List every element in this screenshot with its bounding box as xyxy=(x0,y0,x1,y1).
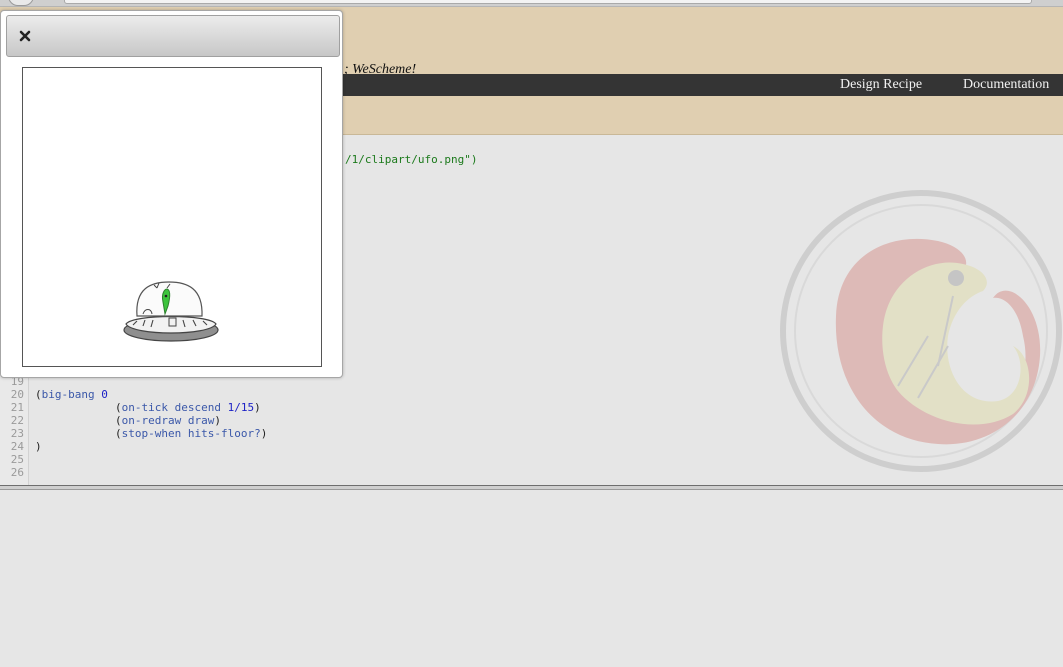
line-number: 23 xyxy=(10,427,24,440)
paren: ) xyxy=(254,401,261,414)
code-line-24: ) xyxy=(35,440,42,453)
ufo-icon xyxy=(123,281,219,342)
paren: ) xyxy=(260,427,268,440)
back-button[interactable] xyxy=(8,0,34,6)
paren: ( xyxy=(35,388,42,401)
dialog-titlebar[interactable] xyxy=(6,15,340,57)
nav-documentation[interactable]: Documentation xyxy=(963,77,1049,93)
code-line-partial: /1/clipart/ufo.png") xyxy=(345,153,478,166)
code-number: 1/15 xyxy=(227,401,255,414)
code-number: 0 xyxy=(101,388,108,401)
address-bar[interactable] xyxy=(64,0,1032,4)
line-number: 20 xyxy=(10,388,24,401)
world-dialog xyxy=(0,10,343,378)
browser-toolbar xyxy=(0,0,1063,7)
paren: ( xyxy=(115,401,122,414)
line-number: 26 xyxy=(10,466,24,479)
code-line-23: (stop-when hits-floor?) xyxy=(115,427,267,440)
paren: ) xyxy=(214,414,221,427)
code-line-22: (on-redraw draw) xyxy=(115,414,221,427)
paren: ( xyxy=(115,414,122,427)
code-keyword: on-tick descend xyxy=(121,401,221,414)
nav-design-recipe[interactable]: Design Recipe xyxy=(840,77,922,93)
code-keyword: on-redraw draw xyxy=(121,414,215,427)
world-canvas xyxy=(22,67,322,367)
code-line-21: (on-tick descend 1/15) xyxy=(115,401,261,414)
line-number: 24 xyxy=(10,440,24,453)
interactions-pane[interactable] xyxy=(0,490,1063,667)
code-keyword: stop-when hits-floor? xyxy=(121,427,261,440)
wescheme-logo-icon xyxy=(780,190,1062,472)
code-keyword: big-bang xyxy=(41,388,95,401)
line-number: 25 xyxy=(10,453,24,466)
close-icon[interactable] xyxy=(17,28,33,44)
code-line-20: (big-bang 0 xyxy=(35,388,108,401)
line-number: 22 xyxy=(10,414,24,427)
paren: ( xyxy=(115,427,122,440)
line-number: 21 xyxy=(10,401,24,414)
